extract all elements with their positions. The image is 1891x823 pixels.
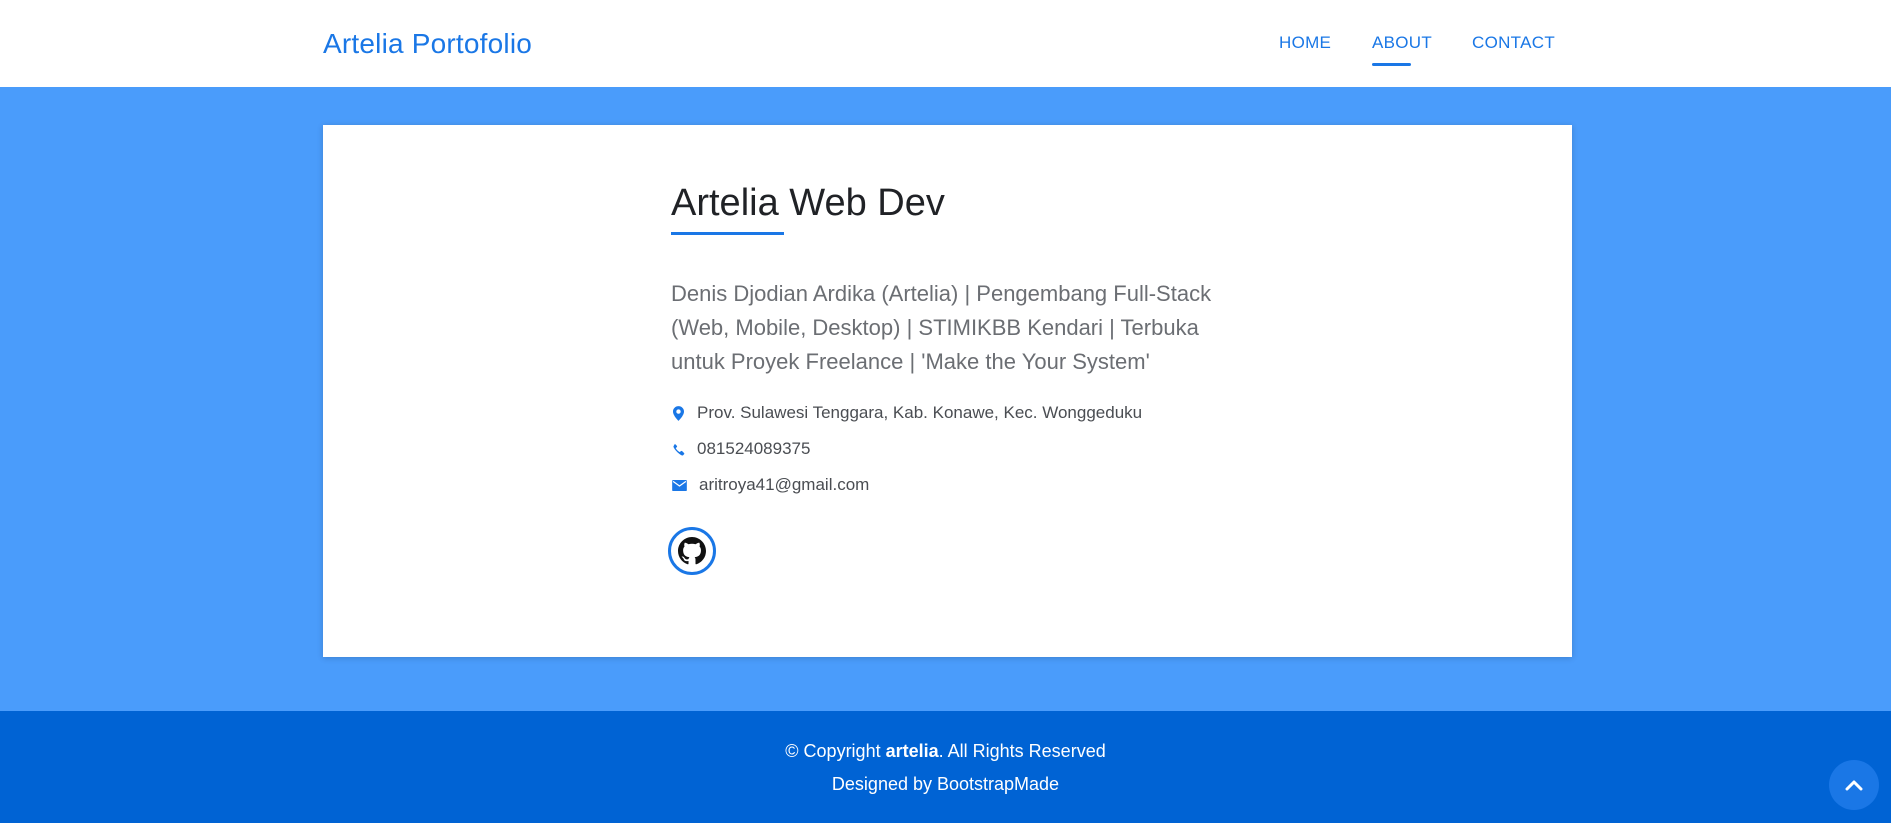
contact-email: aritroya41@gmail.com <box>671 473 869 497</box>
about-title: Artelia Web Dev <box>671 182 945 224</box>
github-button[interactable] <box>668 527 716 575</box>
nav-about[interactable]: ABOUT <box>1372 32 1432 54</box>
copyright-suffix: . All Rights Reserved <box>938 741 1106 761</box>
copyright-brand: artelia <box>885 741 939 761</box>
credits-prefix: Designed by <box>831 774 937 794</box>
nav-active-indicator <box>1372 63 1411 66</box>
nav-contact[interactable]: CONTACT <box>1472 32 1555 54</box>
site-footer: © Copyright artelia. All Rights Reserved… <box>0 711 1891 823</box>
phone-icon <box>671 441 685 457</box>
contact-phone: 081524089375 <box>671 437 810 461</box>
copyright-prefix: © Copyright <box>785 741 886 761</box>
chevron-up-icon <box>1845 779 1863 791</box>
main-nav: HOME ABOUT CONTACT <box>0 32 1891 72</box>
site-header: Artelia Portofolio HOME ABOUT CONTACT <box>0 0 1891 87</box>
back-to-top-button[interactable] <box>1829 760 1879 810</box>
phone-text: 081524089375 <box>697 439 811 458</box>
credits: Designed by BootstrapMade <box>0 772 1891 796</box>
contact-address: Prov. Sulawesi Tenggara, Kab. Konawe, Ke… <box>671 401 1142 425</box>
title-underline <box>671 232 784 235</box>
copyright: © Copyright artelia. All Rights Reserved <box>0 739 1891 763</box>
email-text: aritroya41@gmail.com <box>699 475 870 494</box>
address-text: Prov. Sulawesi Tenggara, Kab. Konawe, Ke… <box>697 403 1143 422</box>
map-marker-icon <box>671 405 685 421</box>
nav-home[interactable]: HOME <box>1279 32 1331 54</box>
about-description: Denis Djodian Ardika (Artelia) | Pengemb… <box>671 281 1212 374</box>
envelope-icon <box>671 477 687 493</box>
github-icon <box>678 537 706 565</box>
about-card: Artelia Web Dev Denis Djodian Ardika (Ar… <box>323 125 1572 657</box>
bootstrapmade-link[interactable]: BootstrapMade <box>937 774 1059 794</box>
